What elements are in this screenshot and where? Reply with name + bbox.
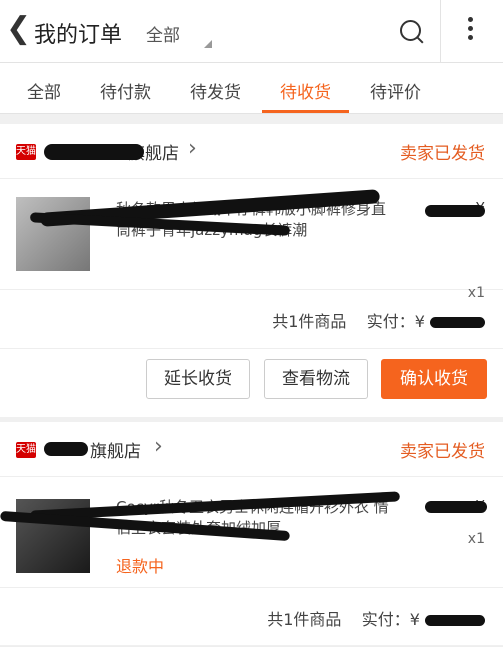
divider bbox=[440, 0, 441, 62]
order-tabs: 全部 待付款 待发货 待收货 待评价 bbox=[0, 63, 503, 114]
order-card: 天猫 旗舰店 › 卖家已发货 Cocyr秋冬卫衣男士休闲连帽开衫外衣 情侣卫衣套… bbox=[0, 422, 503, 647]
shop-name[interactable]: 旗舰店 bbox=[90, 437, 141, 462]
order-status: 卖家已发货 bbox=[400, 144, 485, 164]
confirm-receipt-button[interactable]: 确认收货 bbox=[381, 359, 487, 399]
order-actions: 延长收货 查看物流 确认收货 bbox=[0, 349, 503, 417]
search-icon[interactable] bbox=[400, 20, 421, 41]
top-bar: ❮ 我的订单 全部 bbox=[0, 0, 503, 63]
redaction-scribble bbox=[425, 501, 487, 513]
order-total: 共1件商品 实付：¥ bbox=[272, 308, 485, 332]
active-tab-indicator bbox=[262, 110, 349, 113]
extend-receipt-button[interactable]: 延长收货 bbox=[146, 359, 250, 399]
item-count: 共1件商品 bbox=[272, 312, 347, 331]
order-card: 天猫 旗舰店 › 卖家已发货 秋冬款男士加绒牛仔裤韩版小脚裤修身直筒裤子青年ja… bbox=[0, 124, 503, 417]
view-logistics-button[interactable]: 查看物流 bbox=[264, 359, 368, 399]
product-quantity: x1 bbox=[467, 531, 485, 547]
tab-pending-receipt[interactable]: 待收货 bbox=[280, 78, 331, 103]
tab-all[interactable]: 全部 bbox=[27, 78, 61, 103]
order-summary: 共1件商品 实付：¥ bbox=[0, 588, 503, 647]
refund-status: 退款中 bbox=[116, 557, 165, 576]
redaction-scribble bbox=[44, 442, 88, 456]
page-title: 我的订单 bbox=[34, 23, 123, 48]
shop-row[interactable]: 天猫 旗舰店 › 卖家已发货 bbox=[0, 422, 503, 477]
tab-pending-payment[interactable]: 待付款 bbox=[100, 78, 151, 103]
redaction-scribble bbox=[430, 317, 485, 328]
amount-paid-label: 实付：¥ bbox=[361, 610, 420, 629]
more-vertical-icon[interactable] bbox=[468, 17, 474, 44]
product-thumbnail[interactable] bbox=[16, 197, 90, 271]
order-status: 卖家已发货 bbox=[400, 442, 485, 462]
chevron-left-icon[interactable]: ❮ bbox=[6, 14, 31, 44]
tmall-badge-icon: 天猫 bbox=[16, 144, 36, 160]
order-filter-dropdown[interactable]: 全部 bbox=[146, 21, 180, 46]
shop-row[interactable]: 天猫 旗舰店 › 卖家已发货 bbox=[0, 124, 503, 179]
chevron-right-icon[interactable]: › bbox=[188, 136, 197, 161]
redaction-scribble bbox=[425, 205, 485, 217]
tab-pending-shipment[interactable]: 待发货 bbox=[190, 78, 241, 103]
amount-paid-label: 实付：¥ bbox=[366, 312, 425, 331]
order-summary: 共1件商品 实付：¥ bbox=[0, 290, 503, 349]
tmall-badge-icon: 天猫 bbox=[16, 442, 36, 458]
tab-pending-review[interactable]: 待评价 bbox=[370, 78, 421, 103]
redaction-scribble bbox=[425, 615, 485, 626]
dropdown-triangle-icon bbox=[204, 40, 212, 48]
redaction-scribble bbox=[44, 144, 144, 160]
order-item[interactable]: 秋冬款男士加绒牛仔裤韩版小脚裤修身直筒裤子青年jazzymag长裤潮 ¥ x1 bbox=[0, 179, 503, 301]
item-count: 共1件商品 bbox=[267, 610, 342, 629]
chevron-right-icon[interactable]: › bbox=[154, 434, 163, 459]
order-item[interactable]: Cocyr秋冬卫衣男士休闲连帽开衫外衣 情侣卫衣套装外套加绒加厚 ¥ x1 退款… bbox=[0, 477, 503, 588]
order-total: 共1件商品 实付：¥ bbox=[267, 606, 485, 630]
